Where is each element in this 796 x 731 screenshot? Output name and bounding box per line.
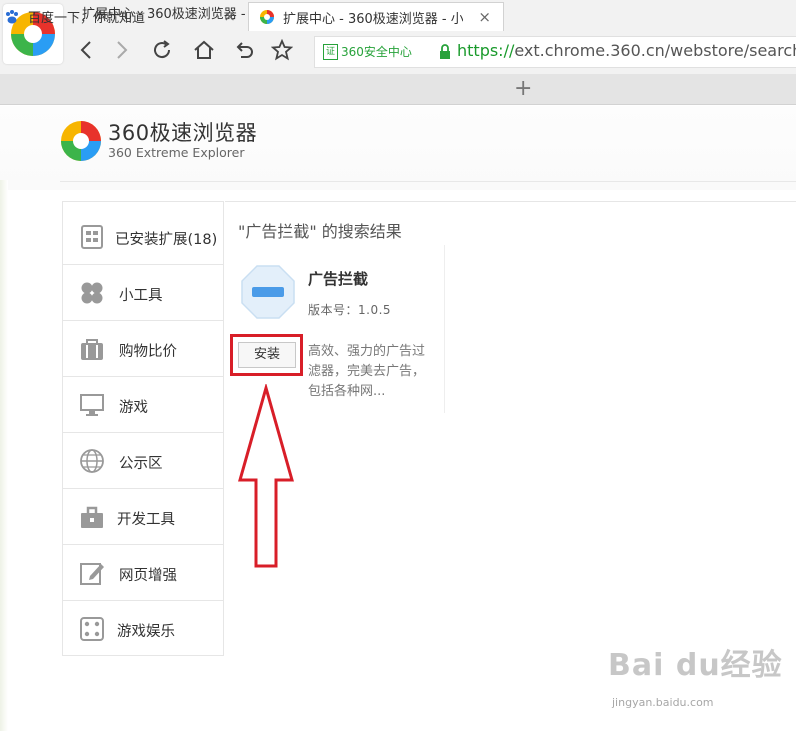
sidebar-item-label: 网页增强: [119, 568, 177, 584]
installed-grid-icon: [81, 225, 103, 249]
home-icon: [194, 40, 214, 59]
sidebar-item-label: 公示区: [119, 456, 163, 472]
tab-strip: [0, 74, 796, 105]
extension-description: 高效、强力的广告过滤器，完美去广告，包括各种网...: [308, 344, 426, 399]
sidebar-item-shopping[interactable]: 购物比价: [63, 321, 223, 377]
tab-label: 百度一下，你就知道: [28, 11, 146, 26]
extension-version: 版本号：1.0.5: [308, 303, 392, 317]
360-logo-icon: [61, 121, 101, 161]
toolbox-icon: [81, 506, 103, 528]
forward-button[interactable]: [110, 38, 134, 62]
sidebar-item-installed[interactable]: 已安装扩展(18): [63, 209, 223, 265]
edit-icon: [80, 563, 104, 585]
tab-label: 扩展中心 - 360极速浏览器 - 小: [283, 11, 463, 27]
page: 扩展中心 - 360极速浏览器 - 小工具 - 360极速浏览器 11.0 证 …: [0, 0, 796, 731]
sidebar-item-label: 游戏娱乐: [117, 624, 175, 640]
sidebar-item-entertainment[interactable]: 游戏娱乐: [63, 601, 223, 657]
monitor-icon: [80, 394, 104, 416]
certificate-icon: 证: [323, 43, 338, 60]
watermark-main: Bai du经验: [608, 648, 783, 683]
header-divider: [60, 181, 796, 182]
site-brand[interactable]: 360极速浏览器 360 Extreme Explorer: [60, 120, 257, 162]
extension-name[interactable]: 广告拦截: [308, 268, 368, 289]
security-badge[interactable]: 证 360安全中心: [323, 43, 412, 60]
url-scheme: https://: [457, 41, 515, 60]
close-tab-icon[interactable]: ×: [223, 7, 236, 25]
360-logo-icon: [260, 10, 274, 24]
clover-icon: [81, 282, 103, 304]
undo-close-button[interactable]: [232, 38, 256, 62]
baidu-watermark: Bai du经验 jingyan.baidu.com: [608, 640, 783, 709]
left-edge-shade: [0, 180, 8, 731]
sidebar-item-devtools[interactable]: 开发工具: [63, 489, 223, 545]
reload-icon: [154, 40, 171, 59]
favorite-button[interactable]: [270, 38, 294, 62]
highlight-annotation-box: [230, 334, 303, 376]
tab-baidu[interactable]: 百度一下，你就知道 ×: [0, 2, 248, 31]
tab-extension-center[interactable]: 扩展中心 - 360极速浏览器 - 小 ×: [248, 2, 504, 31]
globe-icon: [80, 449, 104, 473]
brand-name: 360极速浏览器: [108, 121, 258, 145]
undo-icon: [236, 42, 253, 58]
url-path: /webstore/search: [664, 41, 796, 60]
forward-arrow-icon: [117, 41, 128, 59]
baidu-paw-icon: [6, 9, 18, 23]
url-text: https://ext.chrome.360.cn/webstore/searc…: [457, 41, 796, 60]
sidebar-item-label: 小工具: [119, 288, 163, 304]
back-button[interactable]: [74, 38, 98, 62]
category-sidebar: 已安装扩展(18) 小工具 购物比价 游戏 公示区 开发工具 网页增强 游戏娱乐: [62, 201, 224, 656]
sidebar-item-games[interactable]: 游戏: [63, 377, 223, 433]
annotation-up-arrow-icon: [238, 384, 294, 568]
shopping-bag-icon: [81, 339, 103, 360]
star-icon: [271, 39, 293, 61]
sidebar-item-web-enhance[interactable]: 网页增强: [63, 545, 223, 601]
back-arrow-icon: [80, 41, 91, 59]
sidebar-item-label: 游戏: [119, 400, 148, 416]
sidebar-item-label: 开发工具: [117, 512, 175, 528]
reload-button[interactable]: [150, 38, 174, 62]
brand-subtitle: 360 Extreme Explorer: [108, 145, 245, 160]
sidebar-item-label: 已安装扩展(18): [115, 232, 218, 248]
sidebar-item-tools[interactable]: 小工具: [63, 265, 223, 321]
dice-icon: [80, 617, 104, 641]
address-bar[interactable]: 证 360安全中心 https://ext.chrome.360.cn/webs…: [314, 36, 796, 68]
url-host: ext.chrome.360.cn: [514, 41, 665, 60]
ad-block-icon: [241, 265, 295, 319]
close-tab-icon[interactable]: ×: [478, 8, 491, 26]
sidebar-item-label: 购物比价: [119, 344, 177, 360]
watermark-sub: jingyan.baidu.com: [612, 696, 714, 709]
new-tab-button[interactable]: +: [514, 76, 532, 101]
results-title: "广告拦截" 的搜索结果: [238, 222, 402, 241]
security-label: 360安全中心: [341, 45, 412, 59]
sidebar-item-public[interactable]: 公示区: [63, 433, 223, 489]
lock-icon: [440, 44, 450, 59]
home-button[interactable]: [192, 38, 216, 62]
